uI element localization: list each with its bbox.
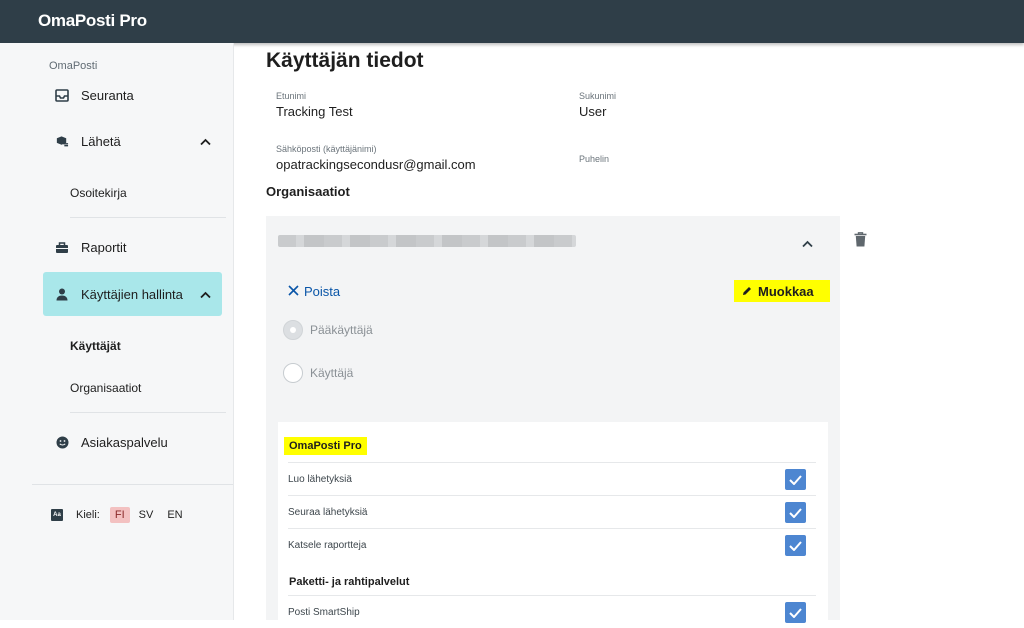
phone-label: Puhelin xyxy=(579,154,610,164)
radio-selected-indicator[interactable] xyxy=(283,320,303,340)
email-value: opatrackingsecondusr@gmail.com xyxy=(276,157,476,172)
language-option-fi[interactable]: FI xyxy=(109,507,130,523)
permission-row: Luo lähetyksiä xyxy=(288,462,816,495)
organisation-card: Poista Muokkaa Pääkäyttäjä Käyttäjä OmaP… xyxy=(266,216,840,623)
inbox-icon xyxy=(55,88,69,102)
sidebar-item-kayttajien-hallinta[interactable]: Käyttäjien hallinta xyxy=(43,272,222,316)
sidebar-section-label: OmaPosti xyxy=(49,60,98,72)
top-bar: OmaPosti Pro xyxy=(0,0,1024,43)
trash-icon[interactable] xyxy=(854,232,867,252)
permission-row: Katsele raportteja xyxy=(288,528,816,561)
checkmark-icon xyxy=(789,474,802,485)
chevron-up-icon[interactable] xyxy=(200,134,211,149)
chevron-up-icon[interactable] xyxy=(802,235,813,253)
sidebar-item-asiakaspalvelu[interactable]: Asiakaspalvelu xyxy=(43,420,222,464)
sidebar-item-label: Seuranta xyxy=(81,87,134,103)
radio-indicator[interactable] xyxy=(283,363,303,383)
permission-group-title: Paketti- ja rahtipalvelut xyxy=(289,576,410,588)
briefcase-icon xyxy=(55,240,69,254)
permission-checkbox[interactable] xyxy=(785,469,806,490)
role-label: Pääkäyttäjä xyxy=(310,323,373,337)
close-icon xyxy=(288,283,299,300)
checkmark-icon xyxy=(789,607,802,618)
language-selector: Aa Kieli: FI SV EN xyxy=(51,507,188,523)
sidebar-subitem-osoitekirja[interactable]: Osoitekirja xyxy=(70,186,127,200)
remove-label: Poista xyxy=(304,284,341,299)
divider xyxy=(70,412,226,413)
chevron-up-icon[interactable] xyxy=(200,287,211,302)
sidebar-item-label: Asiakaspalvelu xyxy=(81,434,168,450)
permission-label: Seuraa lähetyksiä xyxy=(288,506,368,518)
role-radio-kayttaja[interactable]: Käyttäjä xyxy=(283,363,353,383)
email-label: Sähköposti (käyttäjänimi) xyxy=(276,144,377,154)
sidebar-item-seuranta[interactable]: Seuranta xyxy=(43,73,222,117)
brand-logo[interactable]: OmaPosti Pro xyxy=(38,11,147,31)
remove-organisation-button[interactable]: Poista xyxy=(288,283,340,300)
first-name-value: Tracking Test xyxy=(276,104,353,119)
language-icon: Aa xyxy=(51,509,63,521)
last-name-value: User xyxy=(579,104,607,119)
sidebar-item-label: Raportit xyxy=(81,239,127,255)
sidebar-subitem-organisaatiot[interactable]: Organisaatiot xyxy=(70,381,141,395)
parcel-icon xyxy=(55,134,69,148)
permission-checkbox[interactable] xyxy=(785,502,806,523)
sidebar-item-laheta[interactable]: Lähetä xyxy=(43,119,222,163)
permission-checkbox[interactable] xyxy=(785,535,806,556)
permission-label: Posti SmartShip xyxy=(288,606,360,618)
permission-group-title: OmaPosti Pro xyxy=(284,437,367,455)
edit-label: Muokkaa xyxy=(758,283,814,299)
sidebar-item-label: Lähetä xyxy=(81,133,121,149)
role-radio-paakayttaja[interactable]: Pääkäyttäjä xyxy=(283,320,373,340)
permissions-panel: OmaPosti Pro Luo lähetyksiä Seuraa lähet… xyxy=(278,422,828,623)
sidebar: OmaPosti Seuranta Lähetä Osoitekirja Rap… xyxy=(0,43,234,620)
organisations-heading: Organisaatiot xyxy=(266,184,350,199)
first-name-label: Etunimi xyxy=(276,91,307,101)
last-name-label: Sukunimi xyxy=(579,91,617,101)
user-icon xyxy=(55,287,69,301)
role-label: Käyttäjä xyxy=(310,366,354,380)
language-option-sv[interactable]: SV xyxy=(134,507,159,523)
permission-label: Katsele raportteja xyxy=(288,539,367,551)
main-content: Käyttäjän tiedot Etunimi Tracking Test S… xyxy=(234,43,1024,623)
sidebar-subitem-kayttajat[interactable]: Käyttäjät xyxy=(70,339,121,353)
organisation-name-redacted xyxy=(278,235,576,247)
permission-row: Posti SmartShip xyxy=(288,595,816,628)
divider xyxy=(70,217,226,218)
language-option-en[interactable]: EN xyxy=(162,507,187,523)
language-label: Kieli: xyxy=(76,509,100,521)
permission-row: Seuraa lähetyksiä xyxy=(288,495,816,528)
checkmark-icon xyxy=(789,507,802,518)
pencil-icon xyxy=(742,286,752,296)
sidebar-item-label: Käyttäjien hallinta xyxy=(81,286,183,302)
edit-button[interactable]: Muokkaa xyxy=(734,280,830,302)
page-title: Käyttäjän tiedot xyxy=(266,49,424,72)
permission-label: Luo lähetyksiä xyxy=(288,473,352,485)
divider xyxy=(32,484,233,485)
checkmark-icon xyxy=(789,540,802,551)
sidebar-item-raportit[interactable]: Raportit xyxy=(43,225,222,269)
smile-icon xyxy=(55,435,69,449)
